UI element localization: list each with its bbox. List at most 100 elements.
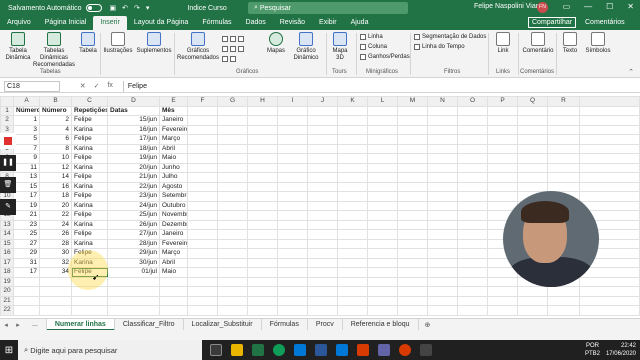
grid-cell[interactable] xyxy=(427,229,458,240)
grid-cell[interactable] xyxy=(487,305,518,316)
grid-cell[interactable] xyxy=(159,295,188,306)
sparkline-winloss-button[interactable]: Ganhos/Perdas xyxy=(360,54,410,60)
taskbar-search[interactable]: ⌕ Digite aqui para pesquisar xyxy=(18,340,202,360)
grid-cell[interactable] xyxy=(217,191,248,202)
grid-cell[interactable] xyxy=(367,276,398,287)
sparkline-column-button[interactable]: Coluna xyxy=(360,44,387,50)
pen-icon[interactable]: ✎ xyxy=(0,199,16,215)
grid-cell[interactable] xyxy=(277,105,308,116)
data-cell[interactable]: Janeiro xyxy=(159,229,188,240)
grid-cell[interactable] xyxy=(307,134,338,145)
grid-cell[interactable] xyxy=(307,162,338,173)
grid-cell[interactable] xyxy=(517,172,548,183)
data-cell[interactable]: 26/jun xyxy=(107,219,160,230)
grid-cell[interactable] xyxy=(247,181,278,192)
grid-cell[interactable] xyxy=(517,305,548,316)
data-cell[interactable]: 32 xyxy=(39,257,72,268)
grid-cell[interactable] xyxy=(277,134,308,145)
grid-cell[interactable] xyxy=(107,305,160,316)
bar-chart-icon[interactable] xyxy=(222,36,228,42)
chart-types-row-3[interactable] xyxy=(222,56,236,62)
grid-cell[interactable] xyxy=(457,115,488,126)
grid-cell[interactable] xyxy=(337,153,368,164)
grid-cell[interactable] xyxy=(217,105,248,116)
grid-cell[interactable] xyxy=(277,305,308,316)
grid-cell[interactable] xyxy=(487,134,518,145)
sparkline-line-button[interactable]: Linha xyxy=(360,34,383,40)
column-header[interactable]: I xyxy=(277,96,308,107)
data-cell[interactable]: 17 xyxy=(13,267,40,278)
grid-cell[interactable] xyxy=(579,181,640,192)
edge-icon[interactable] xyxy=(294,344,306,356)
grid-cell[interactable] xyxy=(427,191,458,202)
grid-cell[interactable] xyxy=(337,115,368,126)
grid-cell[interactable] xyxy=(457,181,488,192)
data-cell[interactable]: 30 xyxy=(39,248,72,259)
grid-cell[interactable] xyxy=(217,219,248,230)
grid-cell[interactable] xyxy=(579,172,640,183)
grid-cell[interactable] xyxy=(277,210,308,221)
grid-cell[interactable] xyxy=(39,305,72,316)
grid-cell[interactable] xyxy=(427,305,458,316)
grid-cell[interactable] xyxy=(307,143,338,154)
grid-cell[interactable] xyxy=(397,162,428,173)
grid-cell[interactable] xyxy=(427,124,458,135)
grid-cell[interactable] xyxy=(307,248,338,259)
grid-cell[interactable] xyxy=(547,143,580,154)
column-header[interactable]: K xyxy=(337,96,368,107)
grid-cell[interactable] xyxy=(579,162,640,173)
column-header[interactable]: M xyxy=(397,96,428,107)
data-cell[interactable]: 20/jun xyxy=(107,162,160,173)
grid-cell[interactable] xyxy=(337,134,368,145)
grid-cell[interactable] xyxy=(217,153,248,164)
data-cell[interactable]: 6 xyxy=(39,134,72,145)
save-icon[interactable]: ▣ xyxy=(110,4,117,12)
language-indicator[interactable]: POR xyxy=(585,342,600,350)
data-cell[interactable]: 27/jun xyxy=(107,229,160,240)
tab-inserir[interactable]: Inserir xyxy=(93,16,127,30)
keyboard-layout[interactable]: PTB2 xyxy=(585,350,600,358)
data-cell[interactable]: Karina xyxy=(71,162,108,173)
grid-cell[interactable] xyxy=(277,153,308,164)
grid-cell[interactable] xyxy=(247,229,278,240)
grid-cell[interactable] xyxy=(427,257,458,268)
column-header[interactable]: C xyxy=(71,96,108,107)
data-cell[interactable]: Outubro xyxy=(159,200,188,211)
data-cell[interactable]: 23/jun xyxy=(107,191,160,202)
grid-cell[interactable] xyxy=(277,172,308,183)
column-title-cell[interactable]: Número xyxy=(13,105,40,116)
data-cell[interactable]: 8 xyxy=(39,143,72,154)
grid-cell[interactable] xyxy=(187,134,218,145)
data-cell[interactable]: 27 xyxy=(13,238,40,249)
grid-cell[interactable] xyxy=(71,295,108,306)
grid-cell[interactable] xyxy=(187,210,218,221)
grid-cell[interactable] xyxy=(427,200,458,211)
cancel-icon[interactable]: ✕ xyxy=(80,82,86,90)
grid-cell[interactable] xyxy=(247,143,278,154)
data-cell[interactable]: 18 xyxy=(39,191,72,202)
grid-cell[interactable] xyxy=(367,295,398,306)
grid-cell[interactable] xyxy=(247,115,278,126)
grid-cell[interactable] xyxy=(277,200,308,211)
grid-cell[interactable] xyxy=(107,295,160,306)
tab-ajuda[interactable]: Ajuda xyxy=(344,16,376,30)
grid-cell[interactable] xyxy=(337,210,368,221)
grid-cell[interactable] xyxy=(517,134,548,145)
column-header[interactable]: N xyxy=(427,96,458,107)
grid-cell[interactable] xyxy=(457,267,488,278)
data-cell[interactable]: Fevereiro xyxy=(159,124,188,135)
data-cell[interactable]: Karina xyxy=(71,219,108,230)
grid-cell[interactable] xyxy=(217,248,248,259)
undo-icon[interactable]: ↶ xyxy=(122,4,128,12)
tab-pagina-inicial[interactable]: Página Inicial xyxy=(38,16,94,30)
grid-cell[interactable] xyxy=(187,191,218,202)
data-cell[interactable]: Felipe xyxy=(71,115,108,126)
data-cell[interactable]: Abril xyxy=(159,143,188,154)
sheet-tab-formulas[interactable]: Fórmulas xyxy=(262,318,308,331)
trash-icon[interactable]: 🗑 xyxy=(0,177,16,193)
pivot-chart-button[interactable]: Gráfico Dinâmico xyxy=(290,32,322,62)
grid-cell[interactable] xyxy=(397,238,428,249)
row-header[interactable]: 17 xyxy=(0,257,14,268)
statistic-chart-icon[interactable] xyxy=(230,46,236,52)
data-cell[interactable]: Maio xyxy=(159,153,188,164)
